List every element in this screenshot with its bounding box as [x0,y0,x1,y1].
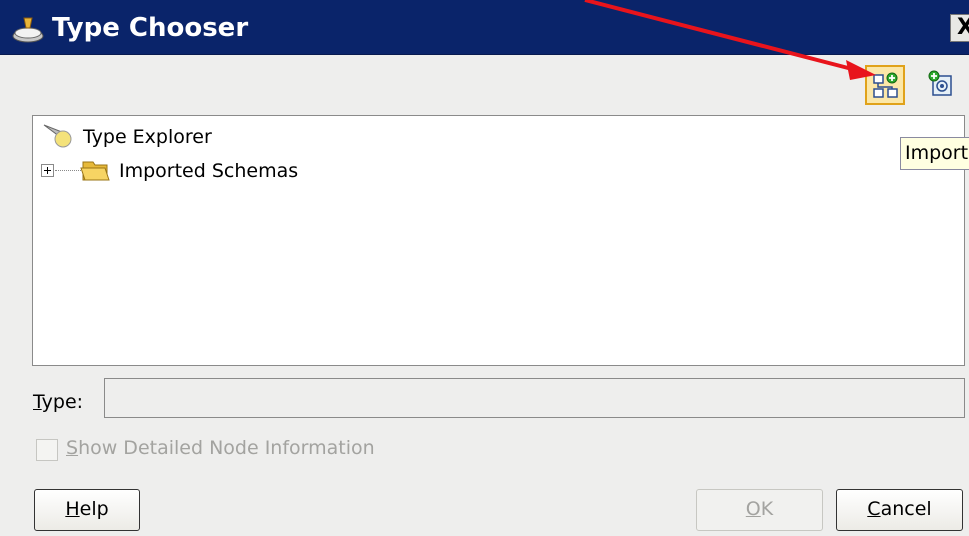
ok-mnemonic: O [745,498,761,520]
import-schema-button[interactable] [865,65,905,105]
show-detailed-node-info-label: Show Detailed Node Information [66,437,375,459]
title-bar[interactable]: Type Chooser X [0,0,969,55]
tree-node-label: Imported Schemas [119,160,299,182]
type-input[interactable] [104,378,965,418]
window-title: Type Chooser [52,13,249,43]
show-detailed-node-info-checkbox[interactable] [36,439,58,461]
type-field-label: Type: [33,391,83,413]
checkbox-label-text: how Detailed Node Information [78,437,375,459]
checkbox-mnemonic: S [66,437,79,459]
import-tooltip: Import [900,137,969,170]
help-label: elp [79,498,109,520]
expand-toggle[interactable] [41,164,54,177]
cancel-button[interactable]: Cancel [836,489,963,531]
browse-icon [928,70,952,96]
cancel-mnemonic: C [867,498,881,520]
type-chooser-dialog: Type Chooser X Type Explorer Imported Sc… [0,0,969,536]
help-mnemonic: H [65,498,80,520]
ok-label: K [760,498,774,520]
folder-icon [80,161,110,181]
browse-button[interactable] [922,65,962,105]
ok-button[interactable]: OK [696,489,823,531]
type-label-mnemonic: T [33,391,42,413]
type-label-text: ype: [41,391,84,413]
cancel-label: ancel [880,498,932,520]
tree-root-label: Type Explorer [83,126,212,148]
close-button[interactable]: X [950,14,969,42]
import-schema-icon [873,72,898,98]
help-button[interactable]: Help [34,489,140,531]
type-explorer-tree[interactable]: Type Explorer Imported Schemas [32,115,965,366]
type-chooser-icon [12,17,44,43]
type-explorer-icon [43,124,72,148]
